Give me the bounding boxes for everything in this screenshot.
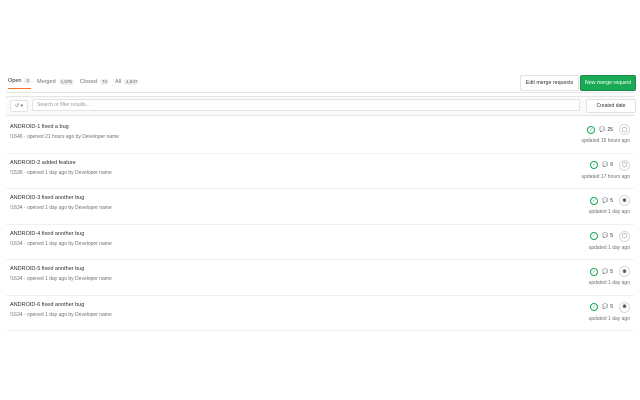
- tab-count-badge: 1,576: [58, 78, 74, 85]
- merge-request-title[interactable]: ANDROID-1 fixed a bug: [10, 124, 69, 130]
- merge-request-meta: !1634 · opened 1 day ago by Developer na…: [10, 240, 112, 247]
- comment-icon: 💬: [601, 162, 609, 168]
- merge-request-status: ✓ 💬 6 ◯: [589, 159, 630, 171]
- comment-count: 6: [610, 162, 613, 168]
- avatar[interactable]: ⚉: [619, 301, 630, 313]
- updated-time: updated 1 day ago: [588, 209, 630, 215]
- tab-count-badge: 3: [24, 78, 31, 84]
- updated-time: updated 1 day ago: [588, 315, 630, 322]
- merge-request-list: ANDROID-1 fixed a bug !1646 · opened 21 …: [6, 118, 634, 331]
- comments-link[interactable]: 💬 5: [602, 269, 613, 275]
- merge-request-meta: !1634 · opened 1 day ago by Developer na…: [10, 205, 112, 211]
- filter-bar: ↺ ▾ Search or filter results... Created …: [6, 96, 636, 116]
- merge-request-meta: !1634 · opened 1 day ago by Developer na…: [10, 311, 112, 318]
- merge-request-meta: !1634 · opened 1 day ago by Developer na…: [10, 276, 112, 282]
- merge-request-row[interactable]: ANDROID-6 fixed another bug !1634 · open…: [6, 296, 634, 331]
- tab-list: Open 3 Merged 1,576 Closed 74 All 1,647: [8, 78, 145, 89]
- merge-request-title[interactable]: ANDROID-5 fixed another bug: [10, 266, 84, 272]
- merge-request-status: ✓ 💬 5 ⚉: [589, 301, 630, 313]
- merge-request-row[interactable]: ANDROID-5 fixed another bug !1634 · open…: [6, 260, 634, 296]
- edit-merge-requests-button[interactable]: Edit merge requests: [520, 75, 579, 91]
- merge-request-row[interactable]: ANDROID-3 fixed another bug !1634 · open…: [6, 189, 634, 225]
- pipeline-passed-icon[interactable]: ✓: [589, 303, 598, 311]
- pipeline-passed-icon[interactable]: ✓: [589, 267, 598, 276]
- tab-label: Merged: [36, 78, 56, 85]
- new-merge-request-button[interactable]: New merge request: [580, 75, 636, 91]
- avatar[interactable]: ◯: [619, 124, 630, 135]
- tab-open[interactable]: Open 3: [8, 78, 31, 89]
- tab-count-badge: 1,647: [124, 78, 140, 85]
- comments-link[interactable]: 💬 6: [602, 162, 613, 168]
- pipeline-passed-icon[interactable]: ✓: [589, 232, 598, 240]
- avatar[interactable]: ⚉: [619, 195, 630, 206]
- merge-request-row[interactable]: ANDROID-1 fixed a bug !1646 · opened 21 …: [6, 118, 634, 154]
- comment-count: 5: [610, 268, 613, 275]
- tab-label: All: [115, 78, 122, 85]
- search-placeholder: Search or filter results...: [37, 102, 90, 108]
- merge-request-status: ✓ 💬 5 ◯: [589, 230, 630, 242]
- comment-count: 5: [610, 233, 613, 239]
- tab-closed[interactable]: Closed 74: [79, 78, 110, 89]
- tab-merged[interactable]: Merged 1,576: [36, 78, 74, 89]
- tab-count-badge: 74: [100, 78, 110, 85]
- merge-request-row[interactable]: ANDROID-2 added feature !1536 · opened 1…: [6, 154, 634, 189]
- comment-count: 5: [610, 197, 613, 204]
- tab-label: Closed: [79, 78, 98, 85]
- merge-request-title[interactable]: ANDROID-3 fixed another bug: [10, 195, 84, 201]
- avatar[interactable]: ◯: [619, 230, 630, 242]
- merge-request-row[interactable]: ANDROID-4 fixed another bug !1634 · open…: [6, 225, 634, 260]
- avatar[interactable]: ⚉: [619, 266, 630, 277]
- merge-request-title[interactable]: ANDROID-2 added feature: [10, 160, 76, 166]
- updated-time: updated 1 day ago: [588, 244, 630, 251]
- merge-request-meta: !1536 · opened 1 day ago by Developer na…: [10, 169, 112, 176]
- comment-icon: 💬: [599, 126, 606, 133]
- tab-all[interactable]: All 1,647: [115, 78, 140, 89]
- comments-link[interactable]: 💬 5: [602, 198, 613, 204]
- search-input[interactable]: Search or filter results...: [32, 99, 580, 111]
- comments-link[interactable]: 💬 5: [602, 233, 613, 239]
- updated-time: updated 1 day ago: [588, 280, 630, 286]
- updated-time: updated 15 hours ago: [581, 138, 630, 144]
- updated-time: updated 17 hours ago: [581, 173, 630, 180]
- merge-request-status: ✓ 💬 25 ◯: [587, 124, 630, 135]
- tab-label: Open: [8, 78, 22, 84]
- merge-request-meta: !1646 · opened 21 hours ago by Developer…: [10, 134, 119, 140]
- avatar[interactable]: ◯: [619, 159, 630, 171]
- comment-icon: 💬: [601, 233, 609, 239]
- comments-link[interactable]: 💬 25: [599, 127, 613, 133]
- comments-link[interactable]: 💬 5: [602, 304, 613, 310]
- comment-count: 5: [610, 304, 613, 310]
- comment-count: 25: [607, 126, 613, 133]
- pipeline-passed-icon[interactable]: ✓: [587, 125, 596, 134]
- merge-request-status: ✓ 💬 5 ⚉: [589, 266, 630, 277]
- comment-icon: 💬: [601, 197, 609, 204]
- merge-request-status: ✓ 💬 5 ⚉: [589, 195, 630, 206]
- pipeline-passed-icon[interactable]: ✓: [589, 161, 598, 169]
- recent-searches-button[interactable]: ↺ ▾: [10, 100, 28, 112]
- comment-icon: 💬: [601, 304, 609, 310]
- merge-request-title[interactable]: ANDROID-4 fixed another bug: [10, 231, 84, 237]
- comment-icon: 💬: [601, 268, 609, 275]
- merge-request-title[interactable]: ANDROID-6 fixed another bug: [10, 302, 84, 308]
- pipeline-passed-icon[interactable]: ✓: [589, 196, 598, 205]
- sort-dropdown[interactable]: Created date: [586, 99, 636, 113]
